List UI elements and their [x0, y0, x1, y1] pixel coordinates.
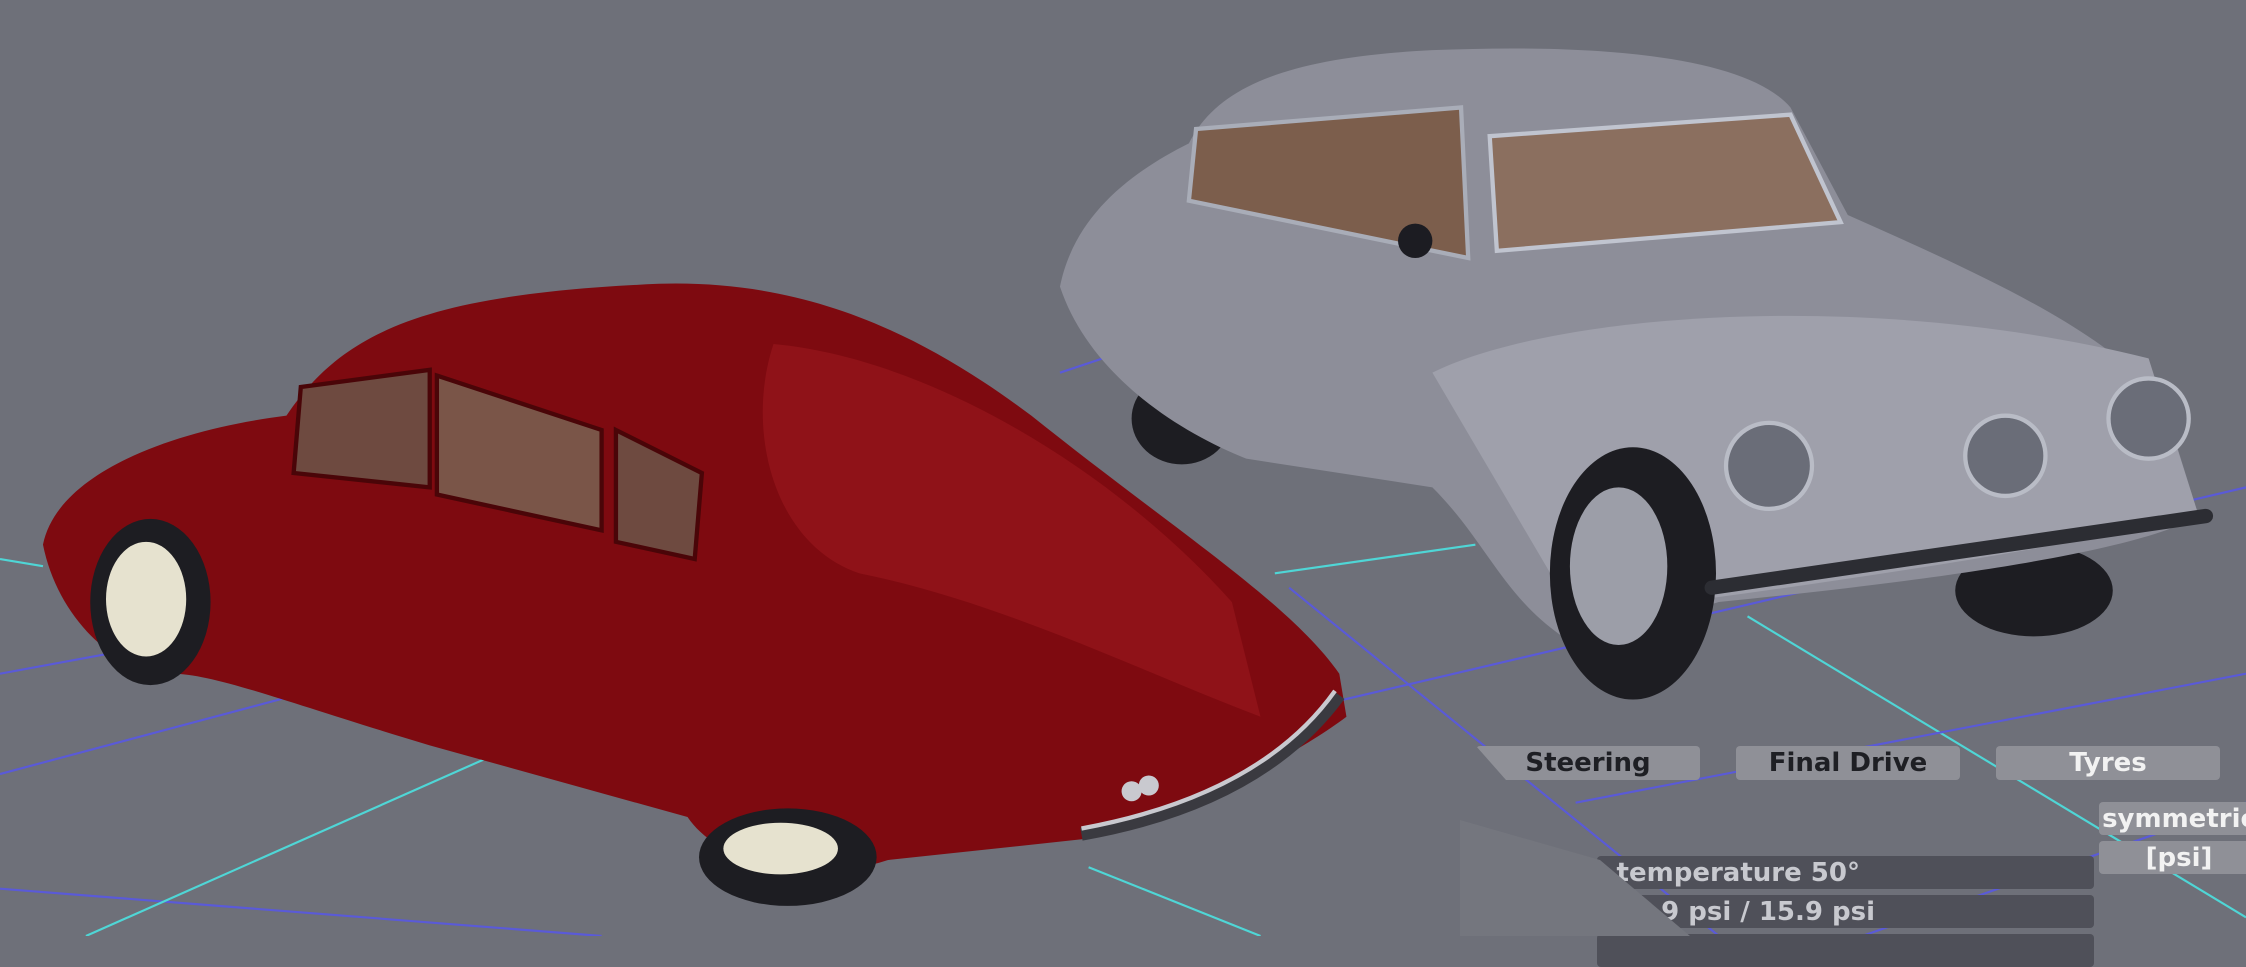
3d-viewport[interactable] [0, 0, 2246, 936]
tab-steering[interactable]: Steering [1476, 746, 1700, 780]
tab-tyres[interactable]: Tyres [1996, 746, 2220, 780]
unit-toggle[interactable]: [psi] [2099, 841, 2246, 874]
tab-final-drive-label: Final Drive [1768, 748, 1928, 778]
symmetric-toggle[interactable]: symmetric [2099, 802, 2246, 835]
tab-steering-label: Steering [1525, 748, 1651, 778]
tab-final-drive[interactable]: Final Drive [1736, 746, 1960, 780]
optimum-temperature-text: optimum temperature 50° [1597, 857, 1860, 888]
tab-tyres-label: Tyres [2069, 748, 2147, 778]
optimum-temperature-row: optimum temperature 50° [1597, 856, 2094, 889]
symmetric-label: symmetric [2102, 803, 2246, 834]
tyre-row-partial [1597, 934, 2094, 967]
unit-label: [psi] [2145, 842, 2213, 873]
